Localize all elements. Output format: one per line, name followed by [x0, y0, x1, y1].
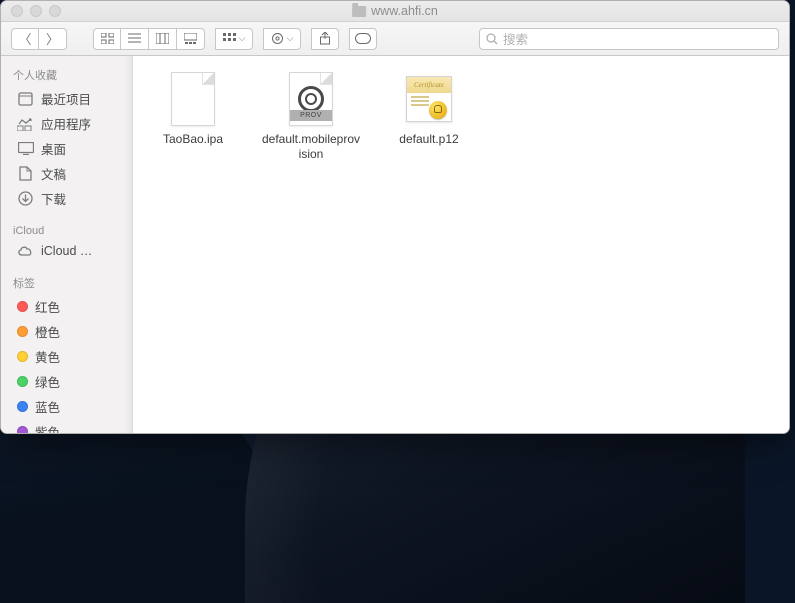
sidebar-item-label: 最近项目	[41, 89, 91, 108]
list-icon	[128, 33, 141, 44]
window-title: www.ahfi.cn	[352, 4, 438, 18]
chevron-right-icon: 〉	[46, 29, 59, 48]
file-item[interactable]: PROV default.mobileprovision	[261, 70, 361, 162]
sidebar-section-tags: 标签	[1, 269, 132, 294]
close-button[interactable]	[11, 5, 23, 17]
sidebar-item-desktop[interactable]: 桌面	[1, 136, 132, 161]
sidebar-section-icloud: iCloud	[1, 219, 132, 240]
sidebar-item-downloads[interactable]: 下载	[1, 186, 132, 211]
sidebar-tag-blue[interactable]: 蓝色	[1, 394, 132, 419]
certificate-seal-icon	[429, 101, 447, 119]
desktop-icon	[17, 141, 34, 156]
search-field[interactable]: 搜索	[479, 28, 779, 50]
sidebar-item-label: 橙色	[35, 322, 60, 341]
back-button[interactable]: 〈	[11, 28, 39, 50]
file-item[interactable]: TaoBao.ipa	[143, 70, 243, 147]
chevron-down-icon: ⌵	[287, 33, 294, 44]
search-placeholder: 搜索	[503, 29, 528, 48]
sidebar-item-documents[interactable]: 文稿	[1, 161, 132, 186]
applications-icon	[17, 116, 34, 131]
sidebar-item-recents[interactable]: 最近项目	[1, 86, 132, 111]
sidebar-tag-red[interactable]: 红色	[1, 294, 132, 319]
view-columns-button[interactable]	[149, 28, 177, 50]
certificate-icon: Certificate	[406, 76, 452, 122]
sidebar-section-favorites: 个人收藏	[1, 61, 132, 86]
chevron-down-icon: ⌵	[239, 33, 246, 44]
downloads-icon	[17, 191, 34, 206]
mobileprovision-icon: PROV	[289, 72, 333, 126]
sidebar-item-label: 黄色	[35, 347, 60, 366]
action-group: ⌵	[263, 28, 301, 50]
blank-document-icon	[171, 72, 215, 126]
sidebar-tag-purple[interactable]: 紫色	[1, 419, 132, 433]
tag-button[interactable]	[349, 28, 377, 50]
action-button[interactable]: ⌵	[263, 28, 301, 50]
sidebar-scroll-edge	[124, 56, 132, 433]
file-icon: Certificate	[398, 70, 460, 128]
finder-window: www.ahfi.cn 〈 〉 ⌵	[0, 0, 790, 434]
forward-button[interactable]: 〉	[39, 28, 67, 50]
file-icon: PROV	[280, 70, 342, 128]
recents-icon	[17, 91, 34, 106]
arrange-button[interactable]: ⌵	[215, 28, 253, 50]
sidebar-item-label: 蓝色	[35, 397, 60, 416]
sidebar-tag-orange[interactable]: 橙色	[1, 319, 132, 344]
columns-icon	[156, 33, 169, 44]
chevron-left-icon: 〈	[18, 29, 31, 48]
sidebar[interactable]: 个人收藏 最近项目 应用程序 桌面 文稿 下载 iCloud	[1, 56, 133, 433]
file-name: TaoBao.ipa	[163, 132, 223, 147]
share-button[interactable]	[311, 28, 339, 50]
sidebar-item-label: 下载	[41, 189, 66, 208]
nav-group: 〈 〉	[11, 28, 67, 50]
sidebar-item-icloud-drive[interactable]: iCloud …	[1, 240, 132, 261]
gear-icon	[271, 32, 284, 45]
tag-dot-icon	[17, 401, 28, 412]
window-title-text: www.ahfi.cn	[371, 4, 438, 18]
toolbar: 〈 〉 ⌵ ⌵	[1, 22, 789, 56]
sidebar-item-label: 应用程序	[41, 114, 91, 133]
sidebar-item-label: 文稿	[41, 164, 66, 183]
tag-dot-icon	[17, 426, 28, 433]
view-list-button[interactable]	[121, 28, 149, 50]
gallery-icon	[184, 33, 197, 44]
sidebar-tag-green[interactable]: 绿色	[1, 369, 132, 394]
certificate-header-text: Certificate	[407, 77, 451, 93]
view-group	[93, 28, 205, 50]
view-icons-button[interactable]	[93, 28, 121, 50]
prov-band-label: PROV	[290, 110, 332, 121]
sidebar-item-label: 红色	[35, 297, 60, 316]
sidebar-tag-yellow[interactable]: 黄色	[1, 344, 132, 369]
tag-dot-icon	[17, 351, 28, 362]
view-gallery-button[interactable]	[177, 28, 205, 50]
documents-icon	[17, 166, 34, 181]
grid-arrange-icon	[223, 33, 236, 44]
tag-group	[349, 28, 377, 50]
zoom-button[interactable]	[49, 5, 61, 17]
file-name: default.mobileprovision	[261, 132, 361, 162]
share-icon	[319, 32, 331, 45]
sidebar-item-label: 紫色	[35, 422, 60, 433]
sidebar-item-applications[interactable]: 应用程序	[1, 111, 132, 136]
share-group	[311, 28, 339, 50]
cloud-icon	[17, 243, 34, 258]
arrange-group: ⌵	[215, 28, 253, 50]
minimize-button[interactable]	[30, 5, 42, 17]
grid-icon	[101, 33, 114, 44]
file-name: default.p12	[399, 132, 458, 147]
file-item[interactable]: Certificate default.p12	[379, 70, 479, 147]
tag-dot-icon	[17, 376, 28, 387]
sidebar-item-label: 桌面	[41, 139, 66, 158]
tag-dot-icon	[17, 301, 28, 312]
file-grid[interactable]: TaoBao.ipa PROV default.mobileprovision …	[133, 56, 789, 433]
tag-icon	[355, 33, 371, 44]
tag-dot-icon	[17, 326, 28, 337]
folder-icon	[352, 6, 366, 17]
sidebar-item-label: 绿色	[35, 372, 60, 391]
titlebar[interactable]: www.ahfi.cn	[1, 1, 789, 22]
search-icon	[486, 33, 498, 45]
file-icon	[162, 70, 224, 128]
traffic-lights	[11, 5, 61, 17]
window-body: 个人收藏 最近项目 应用程序 桌面 文稿 下载 iCloud	[1, 56, 789, 433]
sidebar-item-label: iCloud …	[41, 244, 92, 258]
